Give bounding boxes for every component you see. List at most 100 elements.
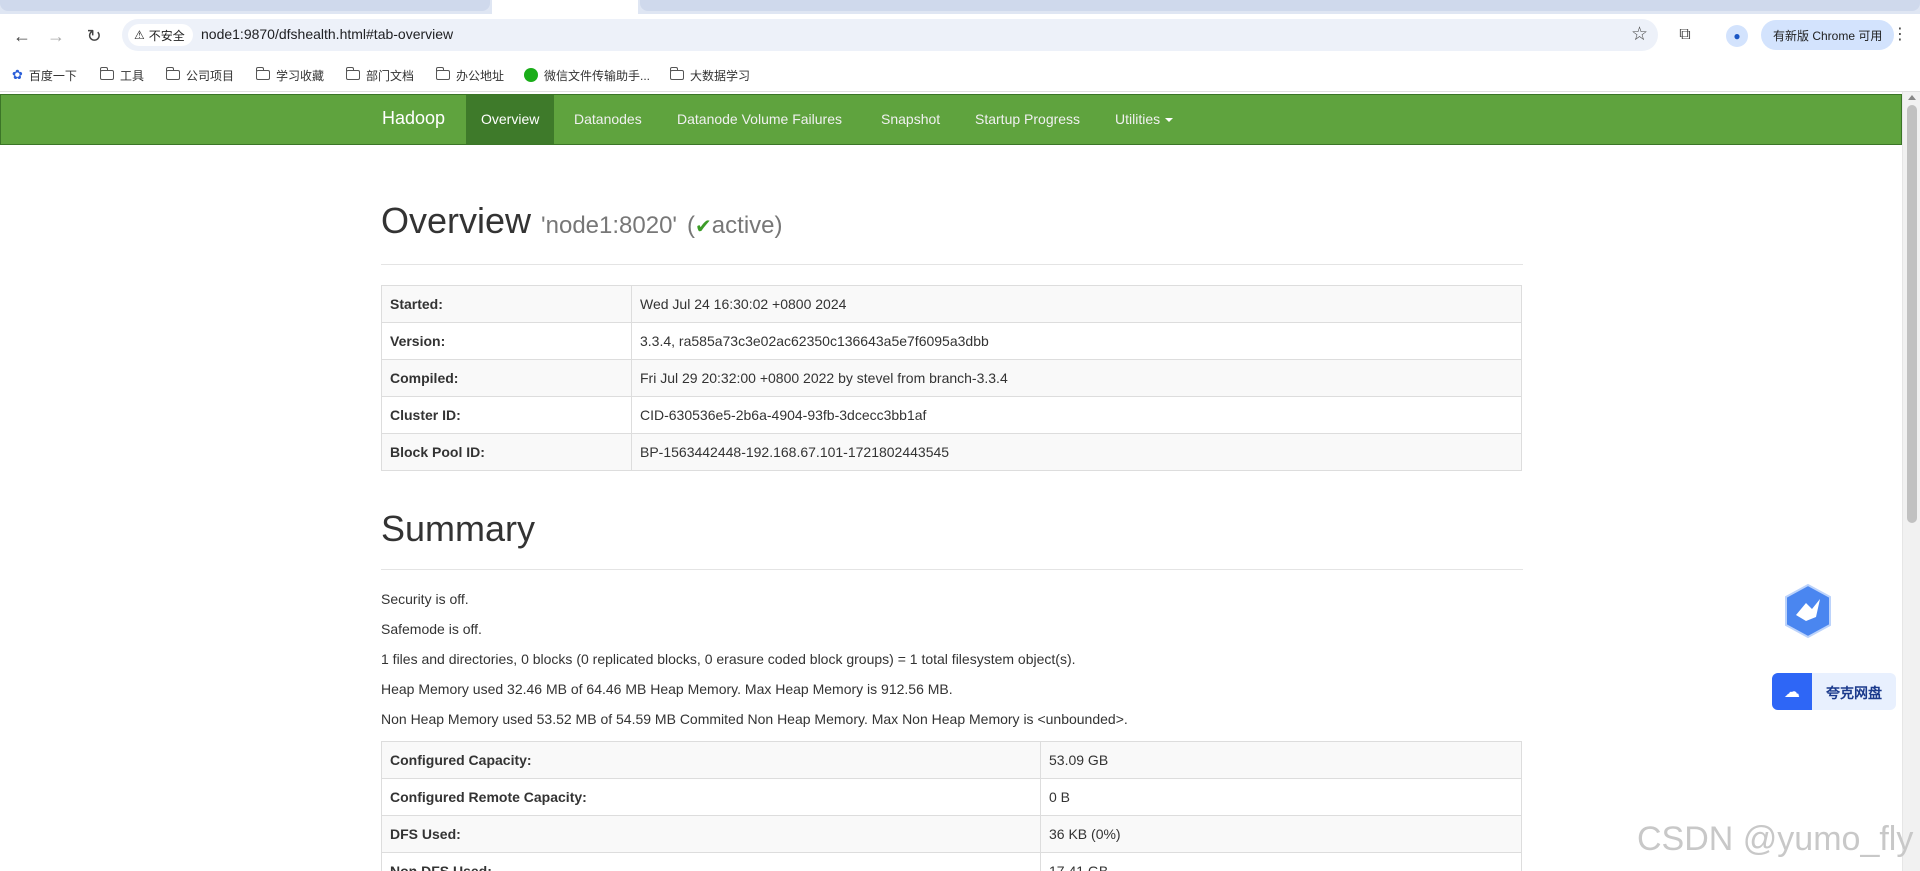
bookmark-label: 百度一下 xyxy=(28,68,77,83)
nav-snapshot[interactable]: Snapshot xyxy=(866,95,955,144)
table-row: DFS Used: 36 KB (0%) xyxy=(381,815,1522,853)
bookmark-label: 大数据学习 xyxy=(690,68,751,83)
chrome-update-button[interactable]: 有新版 Chrome 可用 xyxy=(1761,20,1895,50)
bookmark-folder-docs[interactable]: 部门文档 xyxy=(345,66,415,84)
caret-down-icon xyxy=(1165,118,1174,123)
divider xyxy=(381,264,1523,265)
row-label: Cluster ID: xyxy=(381,396,632,434)
overview-state: active) xyxy=(711,212,783,239)
address-bar[interactable]: ⚠ 不安全 node1:9870/dfshealth.html#tab-over… xyxy=(122,19,1658,51)
quark-drive-label: 夸克网盘 xyxy=(1826,685,1882,701)
row-value: 36 KB (0%) xyxy=(1040,815,1522,853)
summary-safemode: Safemode is off. xyxy=(381,621,482,637)
divider xyxy=(381,569,1523,570)
folder-icon xyxy=(669,67,684,80)
row-label: Configured Remote Capacity: xyxy=(381,778,1041,816)
row-label: Configured Capacity: xyxy=(381,741,1041,779)
forward-icon[interactable]: → xyxy=(44,24,68,48)
floating-assistant-icon[interactable] xyxy=(1782,583,1834,639)
extensions-icon[interactable]: ⧉ xyxy=(1674,24,1696,46)
tab-inactive[interactable] xyxy=(0,0,490,11)
folder-icon xyxy=(99,67,114,80)
menu-kebab-icon[interactable]: ⋮ xyxy=(1892,24,1908,44)
row-value: 0 B xyxy=(1040,778,1522,816)
toolbar: ← → ↻ ⚠ 不安全 node1:9870/dfshealth.html#ta… xyxy=(0,14,1920,58)
security-chip-label: 不安全 xyxy=(148,28,185,43)
bookmark-wechat[interactable]: 微信文件传输助手... xyxy=(524,66,650,84)
row-label: DFS Used: xyxy=(381,815,1041,853)
folder-icon xyxy=(165,67,180,80)
summary-heap: Heap Memory used 32.46 MB of 64.46 MB He… xyxy=(381,681,953,697)
back-icon[interactable]: ← xyxy=(10,24,34,48)
tab-active[interactable] xyxy=(492,0,638,14)
table-row: Version: 3.3.4, ra585a73c3e02ac62350c1366… xyxy=(381,322,1522,360)
table-row: Configured Capacity: 53.09 GB xyxy=(381,741,1522,779)
summary-security: Security is off. xyxy=(381,591,469,607)
row-value: Wed Jul 24 16:30:02 +0800 2024 xyxy=(631,285,1522,323)
bookmarks-bar: ✿ 百度一下 工具 公司项目 学习收藏 部门文档 办公地址 微信文件传输助手...… xyxy=(0,58,1920,92)
overview-heading: Overview 'node1:8020' (✔active) xyxy=(381,200,782,242)
table-row: Non DFS Used: 17.41 GB xyxy=(381,852,1522,871)
bookmark-label: 办公地址 xyxy=(456,68,505,83)
summary-heading: Summary xyxy=(381,508,536,549)
bookmark-baidu[interactable]: ✿ 百度一下 xyxy=(12,66,77,84)
cloud-icon: ☁ xyxy=(1772,673,1812,710)
row-value: Fri Jul 29 20:32:00 +0800 2022 by stevel… xyxy=(631,359,1522,397)
tab-inactive[interactable] xyxy=(640,0,1920,11)
nav-startup-progress[interactable]: Startup Progress xyxy=(960,95,1095,144)
bookmark-folder-bigdata[interactable]: 大数据学习 xyxy=(669,66,751,84)
row-value: 53.09 GB xyxy=(1040,741,1522,779)
nav-utilities[interactable]: Utilities xyxy=(1100,95,1188,144)
bookmark-folder-tools[interactable]: 工具 xyxy=(99,66,145,84)
bookmark-label: 工具 xyxy=(120,68,145,83)
bookmark-star-icon[interactable]: ☆ xyxy=(1631,23,1648,46)
row-label: Version: xyxy=(381,322,632,360)
overview-state-prefix: ( xyxy=(687,212,696,239)
table-row: Started: Wed Jul 24 16:30:02 +0800 2024 xyxy=(381,285,1522,323)
security-chip[interactable]: ⚠ 不安全 xyxy=(128,24,193,46)
overview-table: Started: Wed Jul 24 16:30:02 +0800 2024 V… xyxy=(381,285,1522,471)
summary-files: 1 files and directories, 0 blocks (0 rep… xyxy=(381,651,1076,667)
brand-logo[interactable]: Hadoop xyxy=(382,108,445,129)
folder-icon xyxy=(345,67,360,80)
bookmark-label: 公司项目 xyxy=(186,68,235,83)
watermark: CSDN @yumo_fly xyxy=(1637,820,1914,858)
wechat-icon xyxy=(524,68,538,82)
bookmark-label: 部门文档 xyxy=(366,68,415,83)
tab-strip xyxy=(0,0,1920,14)
nav-datanode-volume-failures[interactable]: Datanode Volume Failures xyxy=(662,95,857,144)
row-label: Compiled: xyxy=(381,359,632,397)
overview-title: Overview xyxy=(381,200,532,241)
summary-nonheap: Non Heap Memory used 53.52 MB of 54.59 M… xyxy=(381,711,1128,727)
bookmark-label: 学习收藏 xyxy=(276,68,325,83)
row-label: Non DFS Used: xyxy=(381,852,1041,871)
table-row: Compiled: Fri Jul 29 20:32:00 +0800 2022 … xyxy=(381,359,1522,397)
scroll-thumb[interactable] xyxy=(1907,105,1917,523)
table-row: Block Pool ID: BP-1563442448-192.168.67.1… xyxy=(381,433,1522,471)
hadoop-navbar: Hadoop Overview Datanodes Datanode Volum… xyxy=(0,94,1902,145)
folder-icon xyxy=(255,67,270,80)
bookmark-folder-office[interactable]: 办公地址 xyxy=(435,66,505,84)
table-row: Cluster ID: CID-630536e5-2b6a-4904-93fb-3… xyxy=(381,396,1522,434)
bookmark-folder-learning[interactable]: 学习收藏 xyxy=(255,66,325,84)
row-value: 17.41 GB xyxy=(1040,852,1522,871)
profile-avatar-icon[interactable]: ● xyxy=(1726,25,1748,47)
quark-drive-button[interactable]: ☁ 夸克网盘 xyxy=(1772,673,1896,710)
nav-overview[interactable]: Overview xyxy=(466,95,555,144)
row-label: Block Pool ID: xyxy=(381,433,632,471)
bookmark-folder-company[interactable]: 公司项目 xyxy=(165,66,235,84)
table-row: Configured Remote Capacity: 0 B xyxy=(381,778,1522,816)
folder-icon xyxy=(435,67,450,80)
baidu-paw-icon: ✿ xyxy=(12,67,23,82)
bookmark-label: 微信文件传输助手... xyxy=(544,68,651,83)
vertical-scrollbar[interactable] xyxy=(1902,92,1920,871)
row-value: 3.3.4, ra585a73c3e02ac62350c136643a5e7f6… xyxy=(631,322,1522,360)
scroll-up-icon[interactable] xyxy=(1908,95,1916,100)
row-label: Started: xyxy=(381,285,632,323)
overview-host: 'node1:8020' xyxy=(541,212,678,239)
url-text[interactable]: node1:9870/dfshealth.html#tab-overview xyxy=(201,26,453,42)
nav-datanodes[interactable]: Datanodes xyxy=(559,95,657,144)
reload-icon[interactable]: ↻ xyxy=(82,24,106,48)
page-viewport: Hadoop Overview Datanodes Datanode Volum… xyxy=(0,92,1902,871)
warning-icon: ⚠ xyxy=(134,28,145,42)
